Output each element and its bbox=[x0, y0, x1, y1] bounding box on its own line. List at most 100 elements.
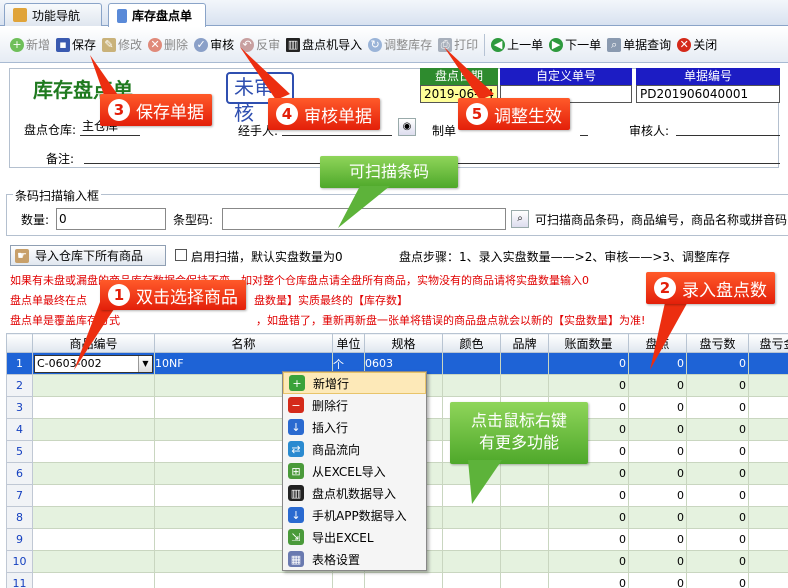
book-qty-cell[interactable]: 0 bbox=[548, 528, 629, 551]
loss-qty-cell[interactable]: 0 bbox=[686, 396, 749, 419]
book-qty-cell[interactable]: 0 bbox=[548, 572, 629, 588]
enable-scan-checkbox[interactable] bbox=[175, 249, 187, 261]
loss-amount-cell[interactable]: 0 bbox=[748, 550, 788, 573]
close-button[interactable]: ✕ 关闭 bbox=[677, 33, 717, 57]
book-qty-cell[interactable]: 0 bbox=[548, 462, 629, 485]
handler-picker-icon[interactable]: ◉ bbox=[398, 118, 416, 136]
context-menu-item[interactable]: + 新增行 bbox=[283, 372, 426, 394]
bill-number-field[interactable]: PD201906040001 bbox=[636, 85, 780, 103]
add-button[interactable]: + 新增 bbox=[10, 33, 50, 57]
loss-amount-cell[interactable]: 0 bbox=[748, 418, 788, 441]
count-qty-cell[interactable]: 0 bbox=[628, 484, 687, 507]
brand-cell[interactable] bbox=[500, 506, 549, 529]
refresh-icon: ↻ bbox=[368, 37, 383, 52]
context-menu-item[interactable]: ▥ 盘点机数据导入 bbox=[283, 482, 426, 504]
adjust-stock-button[interactable]: ↻ 调整库存 bbox=[368, 33, 432, 57]
loss-amount-cell[interactable]: 0 bbox=[748, 484, 788, 507]
loss-amount-cell[interactable]: 0 bbox=[748, 374, 788, 397]
loss-qty-cell[interactable]: 0 bbox=[686, 418, 749, 441]
color-cell[interactable] bbox=[442, 572, 501, 588]
count-qty-cell[interactable]: 0 bbox=[628, 462, 687, 485]
color-cell[interactable] bbox=[442, 506, 501, 529]
col-unit[interactable]: 单位 bbox=[332, 333, 365, 353]
brand-cell[interactable] bbox=[500, 374, 549, 397]
color-cell[interactable] bbox=[442, 550, 501, 573]
loss-qty-cell[interactable]: 0 bbox=[686, 528, 749, 551]
loss-qty-cell[interactable]: 0 bbox=[686, 440, 749, 463]
code-cell[interactable] bbox=[32, 550, 155, 573]
tab-function-nav[interactable]: 功能导航 bbox=[4, 3, 102, 26]
count-qty-cell[interactable]: 0 bbox=[628, 506, 687, 529]
count-qty-cell[interactable]: 0 bbox=[628, 440, 687, 463]
brand-cell[interactable] bbox=[500, 528, 549, 551]
code-cell[interactable] bbox=[32, 506, 155, 529]
context-menu-item[interactable]: ⊞ 从EXCEL导入 bbox=[283, 460, 426, 482]
count-qty-cell[interactable]: 0 bbox=[628, 528, 687, 551]
loss-amount-cell[interactable]: 0 bbox=[748, 506, 788, 529]
loss-amount-cell[interactable]: 0 bbox=[748, 440, 788, 463]
context-menu-item[interactable]: ↓ 手机APP数据导入 bbox=[283, 504, 426, 526]
spec-cell[interactable] bbox=[364, 572, 443, 588]
handler-line[interactable] bbox=[282, 135, 392, 136]
loss-qty-cell[interactable]: 0 bbox=[686, 374, 749, 397]
count-qty-cell[interactable]: 0 bbox=[628, 418, 687, 441]
code-cell[interactable] bbox=[32, 572, 155, 588]
count-qty-cell[interactable]: 0 bbox=[628, 396, 687, 419]
loss-amount-cell[interactable]: 0 bbox=[748, 572, 788, 588]
code-cell[interactable] bbox=[32, 396, 155, 419]
context-menu-item[interactable]: ⇲ 导出EXCEL bbox=[283, 526, 426, 548]
code-cell[interactable] bbox=[32, 440, 155, 463]
unit-cell[interactable] bbox=[332, 572, 365, 588]
name-cell[interactable] bbox=[154, 572, 333, 588]
table-row[interactable]: 110000 bbox=[6, 572, 788, 588]
code-cell[interactable] bbox=[32, 418, 155, 441]
loss-qty-cell[interactable]: 0 bbox=[686, 572, 749, 588]
color-cell[interactable] bbox=[442, 528, 501, 551]
qty-input[interactable]: 0 bbox=[56, 208, 166, 230]
book-qty-cell[interactable]: 0 bbox=[548, 484, 629, 507]
brand-cell[interactable] bbox=[500, 550, 549, 573]
row-number: 11 bbox=[6, 572, 33, 588]
loss-amount-cell[interactable]: 0 bbox=[748, 462, 788, 485]
loss-qty-cell[interactable]: 0 bbox=[686, 462, 749, 485]
delete-button[interactable]: ✕ 删除 bbox=[148, 33, 188, 57]
book-qty-cell[interactable]: 0 bbox=[548, 374, 629, 397]
import-all-button[interactable]: ☛ 导入仓库下所有商品 bbox=[10, 245, 166, 266]
loss-amount-cell[interactable]: 0 bbox=[748, 396, 788, 419]
tab-inventory-count[interactable]: 库存盘点单 bbox=[108, 3, 206, 27]
code-cell[interactable] bbox=[32, 484, 155, 507]
color-cell[interactable] bbox=[442, 352, 501, 375]
count-qty-cell[interactable]: 0 bbox=[628, 550, 687, 573]
col-name[interactable]: 名称 bbox=[154, 333, 333, 353]
tab-label: 功能导航 bbox=[32, 8, 81, 23]
code-cell[interactable] bbox=[32, 528, 155, 551]
loss-qty-cell[interactable]: 0 bbox=[686, 550, 749, 573]
context-menu-item[interactable]: ⇄ 商品流向 bbox=[283, 438, 426, 460]
brand-cell[interactable] bbox=[500, 572, 549, 588]
count-qty-cell[interactable]: 0 bbox=[628, 374, 687, 397]
count-qty-cell[interactable]: 0 bbox=[628, 572, 687, 588]
chevron-down-icon[interactable]: ▼ bbox=[138, 355, 152, 372]
plus-circle-icon: + bbox=[289, 375, 305, 391]
book-qty-cell[interactable]: 0 bbox=[548, 506, 629, 529]
context-menu-item[interactable]: ▦ 表格设置 bbox=[283, 548, 426, 570]
col-brand[interactable]: 品牌 bbox=[500, 333, 549, 353]
brand-cell[interactable] bbox=[500, 352, 549, 375]
code-cell[interactable] bbox=[32, 462, 155, 485]
col-color[interactable]: 颜色 bbox=[442, 333, 501, 353]
col-loss-amount[interactable]: 盘亏金 bbox=[748, 333, 788, 353]
col-book-qty[interactable]: 账面数量 bbox=[548, 333, 629, 353]
loss-amount-cell[interactable]: 0 bbox=[748, 528, 788, 551]
bill-query-button[interactable]: ⌕ 单据查询 bbox=[607, 33, 671, 57]
context-menu-item[interactable]: − 删除行 bbox=[283, 394, 426, 416]
loss-qty-cell[interactable]: 0 bbox=[686, 506, 749, 529]
search-icon[interactable]: ⌕ bbox=[511, 210, 529, 228]
context-menu-item[interactable]: ↓ 插入行 bbox=[283, 416, 426, 438]
next-bill-button[interactable]: ▶ 下一单 bbox=[549, 33, 601, 57]
row-number: 3 bbox=[6, 396, 33, 419]
loss-qty-cell[interactable]: 0 bbox=[686, 484, 749, 507]
color-cell[interactable] bbox=[442, 374, 501, 397]
col-spec[interactable]: 规格 bbox=[364, 333, 443, 353]
count-steps: 盘点步骤：1、录入实盘数量——>2、审核——>3、调整库存 bbox=[399, 250, 731, 264]
book-qty-cell[interactable]: 0 bbox=[548, 550, 629, 573]
